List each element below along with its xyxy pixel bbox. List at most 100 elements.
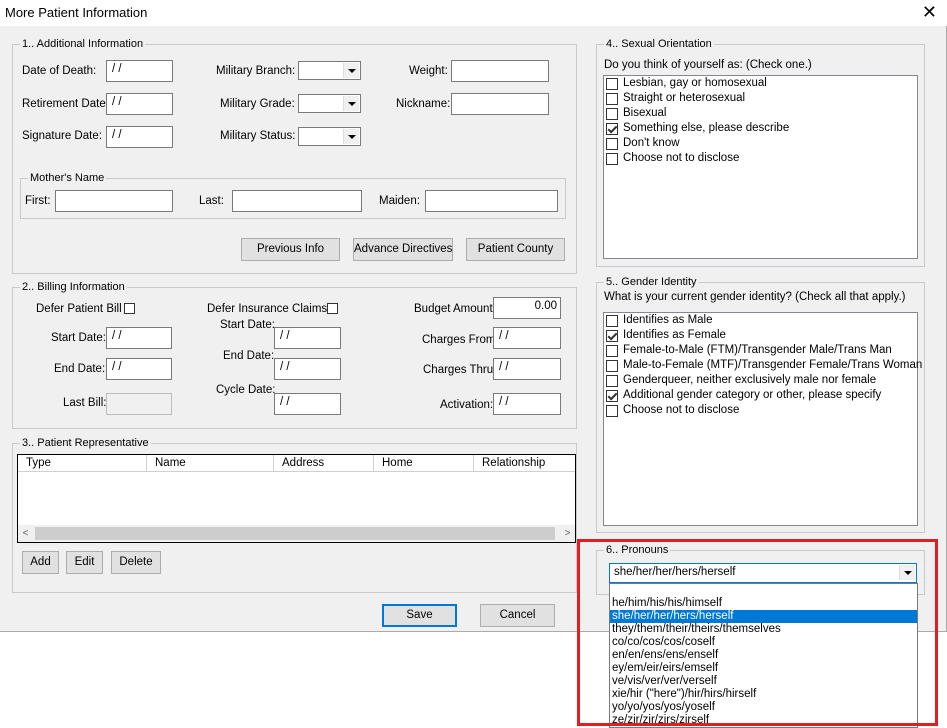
- pronoun-option[interactable]: xie/hir ("here")/hir/hirs/hirself: [610, 688, 917, 701]
- column-header-home[interactable]: Home: [374, 455, 474, 472]
- defer-insurance-claims-checkbox[interactable]: [327, 303, 338, 314]
- checklist-item[interactable]: Choose not to disclose: [604, 403, 917, 418]
- budget-amount-input[interactable]: 0.00: [493, 297, 561, 319]
- pronoun-option[interactable]: she/her/her/hers/herself: [610, 610, 917, 623]
- checklist-item-label: Female-to-Male (FTM)/Transgender Male/Tr…: [623, 344, 892, 356]
- checkbox-checked[interactable]: [606, 123, 618, 135]
- weight-label: Weight:: [409, 65, 448, 77]
- checkbox[interactable]: [606, 93, 618, 105]
- window-title: More Patient Information: [5, 5, 148, 20]
- more-patient-info-window: More Patient Information ✕ 1.. Additiona…: [0, 0, 947, 632]
- checklist-item[interactable]: Bisexual: [604, 106, 917, 121]
- ins-start-date-input[interactable]: / /: [274, 327, 341, 349]
- patient-county-button[interactable]: Patient County: [466, 238, 565, 261]
- mother-first-input[interactable]: [55, 190, 173, 212]
- checkbox-checked[interactable]: [606, 330, 618, 342]
- pronoun-option[interactable]: yo/yo/yos/yos/yoself: [610, 701, 917, 714]
- chevron-down-icon[interactable]: [343, 96, 359, 111]
- pronoun-option[interactable]: [610, 584, 917, 597]
- checklist-item[interactable]: Straight or heterosexual: [604, 91, 917, 106]
- checkbox[interactable]: [606, 78, 618, 90]
- sexual-orientation-checklist[interactable]: Lesbian, gay or homosexual Straight or he…: [603, 75, 918, 259]
- column-header-type[interactable]: Type: [18, 455, 147, 472]
- checklist-item-label: Something else, please describe: [623, 122, 790, 134]
- checklist-item-label: Bisexual: [623, 107, 667, 119]
- chevron-down-icon[interactable]: [343, 129, 359, 144]
- scroll-right-icon[interactable]: >: [560, 526, 575, 541]
- military-grade-select[interactable]: [298, 94, 361, 113]
- mother-maiden-input[interactable]: [425, 190, 558, 212]
- checkbox[interactable]: [606, 405, 618, 417]
- nickname-input[interactable]: [451, 93, 549, 115]
- pronouns-select[interactable]: she/her/her/hers/herself: [609, 563, 917, 583]
- checkbox[interactable]: [606, 138, 618, 150]
- scroll-left-icon[interactable]: <: [18, 526, 33, 541]
- scrollbar-thumb[interactable]: [35, 527, 555, 540]
- checklist-item[interactable]: Identifies as Female: [604, 328, 917, 343]
- checklist-item[interactable]: Female-to-Male (FTM)/Transgender Male/Tr…: [604, 343, 917, 358]
- previous-info-button[interactable]: Previous Info: [241, 238, 340, 261]
- horizontal-scrollbar[interactable]: < >: [18, 525, 575, 542]
- pronoun-option[interactable]: en/en/ens/ens/enself: [610, 649, 917, 662]
- column-header-name[interactable]: Name: [147, 455, 274, 472]
- column-header-address[interactable]: Address: [274, 455, 374, 472]
- checklist-item[interactable]: Lesbian, gay or homosexual: [604, 76, 917, 91]
- gender-identity-checklist[interactable]: Identifies as Male Identifies as Female Fe…: [603, 312, 922, 526]
- cycle-date-input[interactable]: / /: [274, 393, 341, 415]
- weight-input[interactable]: [451, 60, 549, 82]
- representative-table[interactable]: Type Name Address Home Relationship < >: [17, 454, 576, 543]
- activation-input[interactable]: / /: [493, 393, 561, 415]
- checkbox[interactable]: [606, 315, 618, 327]
- sexual-orientation-question: Do you think of yourself as: (Check one.…: [604, 59, 812, 71]
- checklist-item[interactable]: Don't know: [604, 136, 917, 151]
- checkbox[interactable]: [606, 375, 618, 387]
- pronoun-option[interactable]: ze/zir/zir/zirs/zirself: [610, 714, 917, 727]
- date-of-death-input[interactable]: / /: [106, 60, 173, 82]
- additional-information-legend: 1.. Additional Information: [20, 37, 146, 51]
- charges-thru-input[interactable]: / /: [493, 358, 561, 380]
- defer-patient-bill-checkbox[interactable]: [124, 303, 135, 314]
- cancel-button[interactable]: Cancel: [480, 604, 555, 627]
- checklist-item[interactable]: Additional gender category or other, ple…: [604, 388, 917, 403]
- retirement-date-input[interactable]: / /: [106, 93, 173, 115]
- pronouns-dropdown-list[interactable]: he/him/his/his/himself she/her/her/hers/h…: [609, 583, 918, 728]
- column-header-relationship[interactable]: Relationship: [474, 455, 575, 472]
- pronoun-option[interactable]: co/co/cos/cos/coself: [610, 636, 917, 649]
- mother-last-input[interactable]: [232, 190, 362, 212]
- nickname-label: Nickname:: [396, 98, 451, 110]
- checklist-item[interactable]: Choose not to disclose: [604, 151, 917, 166]
- checkbox-checked[interactable]: [606, 390, 618, 402]
- pronoun-option[interactable]: they/them/their/theirs/themselves: [610, 623, 917, 636]
- advance-directives-button[interactable]: Advance Directives: [353, 238, 453, 261]
- delete-representative-button[interactable]: Delete: [111, 551, 161, 574]
- close-icon[interactable]: ✕: [922, 2, 937, 22]
- bill-end-date-input[interactable]: / /: [106, 358, 172, 380]
- checklist-item[interactable]: Something else, please describe: [604, 121, 917, 136]
- pronoun-option[interactable]: he/him/his/his/himself: [610, 597, 917, 610]
- budget-amount-label: Budget Amount:: [414, 303, 496, 315]
- chevron-down-icon[interactable]: [899, 565, 915, 580]
- military-status-select[interactable]: [298, 127, 361, 146]
- checkbox[interactable]: [606, 360, 618, 372]
- save-button[interactable]: Save: [382, 604, 457, 627]
- chevron-down-icon[interactable]: [343, 63, 359, 78]
- add-representative-button[interactable]: Add: [22, 551, 59, 574]
- pronoun-option[interactable]: ve/vis/ver/ver/verself: [610, 675, 917, 688]
- pronouns-selected-value: she/her/her/hers/herself: [614, 566, 736, 578]
- checkbox[interactable]: [606, 108, 618, 120]
- checklist-item[interactable]: Male-to-Female (MTF)/Transgender Female/…: [604, 358, 922, 373]
- checkbox[interactable]: [606, 153, 618, 165]
- charges-from-input[interactable]: / /: [493, 327, 561, 349]
- checkbox[interactable]: [606, 345, 618, 357]
- bill-start-date-input[interactable]: / /: [106, 327, 172, 349]
- checklist-item[interactable]: Genderqueer, neither exclusively male no…: [604, 373, 917, 388]
- signature-date-input[interactable]: / /: [106, 126, 173, 148]
- bill-end-date-label: End Date:: [54, 363, 106, 375]
- checklist-item-label: Don't know: [623, 137, 680, 149]
- edit-representative-button[interactable]: Edit: [66, 551, 103, 574]
- sexual-orientation-legend: 4.. Sexual Orientation: [604, 37, 714, 51]
- military-branch-select[interactable]: [298, 61, 361, 80]
- ins-end-date-input[interactable]: / /: [274, 358, 341, 380]
- pronoun-option[interactable]: ey/em/eir/eirs/emself: [610, 662, 917, 675]
- checklist-item[interactable]: Identifies as Male: [604, 313, 917, 328]
